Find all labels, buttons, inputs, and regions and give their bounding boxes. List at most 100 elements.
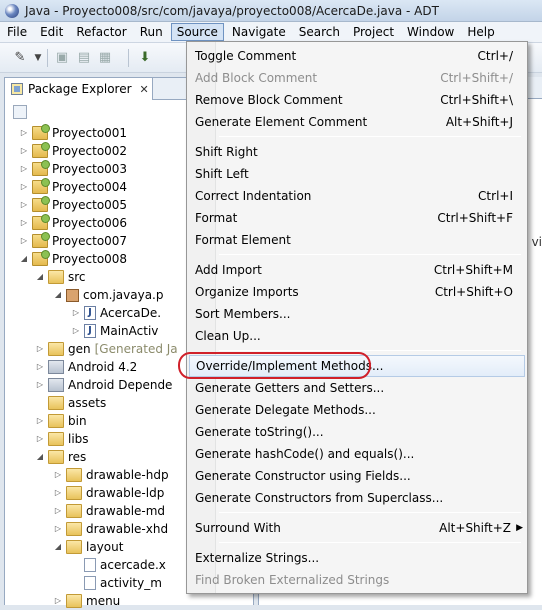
collapsed-twisty-icon[interactable]: ▷ <box>35 412 45 430</box>
menu-item-add-import[interactable]: Add Import Ctrl+Shift+M <box>189 259 525 281</box>
menu-item-correct-indentation[interactable]: Correct Indentation Ctrl+I <box>189 185 525 207</box>
tree-item[interactable]: ▷ gen [Generated Ja <box>35 340 178 358</box>
chevron-down-icon[interactable]: ▼ <box>30 50 46 66</box>
tree-item[interactable]: ▷ bin <box>35 412 87 430</box>
tree-item[interactable]: ▷ Android 4.2 <box>35 358 137 376</box>
menu-item-clean-up[interactable]: Clean Up... <box>189 325 525 347</box>
folder-icon <box>48 396 64 410</box>
tree-item[interactable]: ◢ com.javaya.p <box>53 286 164 304</box>
new-icon[interactable]: ✎ <box>12 50 28 66</box>
menu-source[interactable]: Source <box>170 23 224 41</box>
tree-item[interactable]: ▷ Proyecto002 <box>19 142 127 160</box>
collapsed-twisty-icon[interactable]: ▷ <box>19 160 29 178</box>
expanded-twisty-icon[interactable]: ◢ <box>35 448 45 466</box>
tree-item-label: drawable-ldp <box>86 486 165 500</box>
collapsed-twisty-icon[interactable]: ▷ <box>19 214 29 232</box>
collapsed-twisty-icon[interactable]: ▷ <box>71 322 81 340</box>
menu-item-sort-members[interactable]: Sort Members... <box>189 303 525 325</box>
collapsed-twisty-icon[interactable]: ▷ <box>35 358 45 376</box>
tree-item[interactable]: ◢ res <box>35 448 86 466</box>
menu-item-externalize-strings[interactable]: Externalize Strings... <box>189 547 525 569</box>
menu-window[interactable]: Window <box>402 23 459 41</box>
expanded-twisty-icon[interactable]: ◢ <box>35 268 45 286</box>
tree-item[interactable]: assets <box>35 394 106 412</box>
collapsed-twisty-icon[interactable]: ▷ <box>53 502 63 520</box>
tree-item[interactable]: acercade.x <box>71 556 166 574</box>
menu-item-shift-left[interactable]: Shift Left <box>189 163 525 185</box>
tree-item[interactable]: ▷ drawable-xhd <box>53 520 168 538</box>
expanded-twisty-icon[interactable]: ◢ <box>53 286 63 304</box>
menu-item-organize-imports[interactable]: Organize Imports Ctrl+Shift+O <box>189 281 525 303</box>
collapsed-twisty-icon[interactable]: ▷ <box>19 232 29 250</box>
expanded-twisty-icon[interactable]: ◢ <box>53 538 63 556</box>
menu-separator <box>219 136 521 137</box>
tree-item[interactable]: ◢ Proyecto008 <box>19 250 127 268</box>
tree-item[interactable]: ▷ Proyecto006 <box>19 214 127 232</box>
tree-item[interactable]: ▷ Proyecto004 <box>19 178 127 196</box>
collapsed-twisty-icon[interactable]: ▷ <box>71 304 81 322</box>
menu-refactor[interactable]: Refactor <box>71 23 131 41</box>
collapsed-twisty-icon[interactable]: ▷ <box>35 340 45 358</box>
tree-item[interactable]: ▷ drawable-md <box>53 502 165 520</box>
menu-item-toggle-comment[interactable]: Toggle Comment Ctrl+/ <box>189 45 525 67</box>
save-icon[interactable]: ▣ <box>54 50 70 66</box>
project-icon <box>32 232 50 248</box>
tree-item[interactable]: ▷ J MainActiv <box>71 322 158 340</box>
collapsed-twisty-icon[interactable]: ▷ <box>53 484 63 502</box>
menu-item-format[interactable]: Format Ctrl+Shift+F <box>189 207 525 229</box>
menu-search[interactable]: Search <box>294 23 345 41</box>
menu-separator <box>219 350 521 351</box>
collapsed-twisty-icon[interactable]: ▷ <box>35 376 45 394</box>
collapsed-twisty-icon[interactable]: ▷ <box>19 178 29 196</box>
collapsed-twisty-icon[interactable]: ▷ <box>53 466 63 484</box>
save-all-icon[interactable]: ▤ <box>76 50 92 66</box>
menu-run[interactable]: Run <box>135 23 168 41</box>
tree-item[interactable]: ▷ Proyecto007 <box>19 232 127 250</box>
collapsed-twisty-icon[interactable]: ▷ <box>19 124 29 142</box>
close-icon[interactable]: ✕ <box>140 83 149 96</box>
collapsed-twisty-icon[interactable]: ▷ <box>53 520 63 538</box>
menu-item-generate-constructors-from-superclass[interactable]: Generate Constructors from Superclass... <box>189 487 525 509</box>
menu-file[interactable]: File <box>2 23 32 41</box>
tree-item[interactable]: activity_m <box>71 574 162 592</box>
menu-item-format-element[interactable]: Format Element <box>189 229 525 251</box>
menu-item-generate-getters-and-setters[interactable]: Generate Getters and Setters... <box>189 377 525 399</box>
tree-item[interactable]: ◢ layout <box>53 538 123 556</box>
tree-item[interactable]: ▷ Proyecto003 <box>19 160 127 178</box>
menu-item-remove-block-comment[interactable]: Remove Block Comment Ctrl+Shift+\ <box>189 89 525 111</box>
menu-help[interactable]: Help <box>462 23 499 41</box>
tree-item[interactable]: ▷ Proyecto001 <box>19 124 127 142</box>
menu-item-add-block-comment[interactable]: Add Block Comment Ctrl+Shift+/ <box>189 67 525 89</box>
menu-item-surround-with[interactable]: Surround With Alt+Shift+Z ▶ <box>189 517 525 539</box>
menu-project[interactable]: Project <box>348 23 399 41</box>
tree-item[interactable]: ▷ drawable-hdp <box>53 466 169 484</box>
menu-item-generate-delegate-methods[interactable]: Generate Delegate Methods... <box>189 399 525 421</box>
tree-item[interactable]: ▷ libs <box>35 430 89 448</box>
menu-item-generate-element-comment[interactable]: Generate Element Comment Alt+Shift+J <box>189 111 525 133</box>
menu-navigate[interactable]: Navigate <box>227 23 291 41</box>
collapsed-twisty-icon[interactable]: ▷ <box>35 430 45 448</box>
tree-item[interactable]: ▷ J AcercaDe. <box>71 304 161 322</box>
collapsed-twisty-icon[interactable]: ▷ <box>19 142 29 160</box>
download-icon[interactable]: ⬇ <box>137 50 153 66</box>
xml-file-icon <box>84 576 96 590</box>
menu-item-override-implement-methods[interactable]: Override/Implement Methods... <box>189 355 525 377</box>
tree-item[interactable]: ▷ Proyecto005 <box>19 196 127 214</box>
collapsed-twisty-icon[interactable]: ▷ <box>19 196 29 214</box>
menu-item-generate-tostring[interactable]: Generate toString()... <box>189 421 525 443</box>
collapse-all-icon[interactable] <box>13 105 27 119</box>
menu-item-find-broken-externalized-strings[interactable]: Find Broken Externalized Strings <box>189 569 525 591</box>
tree-item[interactable]: ▷ menu <box>53 592 120 610</box>
collapsed-twisty-icon[interactable]: ▷ <box>53 592 63 610</box>
tree-item[interactable]: ▷ Android Depende <box>35 376 172 394</box>
tree-item[interactable]: ◢ src <box>35 268 86 286</box>
menu-item-generate-hashcode-and-equals[interactable]: Generate hashCode() and equals()... <box>189 443 525 465</box>
expanded-twisty-icon[interactable]: ◢ <box>19 250 29 268</box>
menu-item-shift-right[interactable]: Shift Right <box>189 141 525 163</box>
menu-item-generate-constructor-using-fields[interactable]: Generate Constructor using Fields... <box>189 465 525 487</box>
menu-item-label: Surround With <box>195 521 281 535</box>
tree-item[interactable]: ▷ drawable-ldp <box>53 484 164 502</box>
print-icon[interactable]: ▦ <box>97 50 113 66</box>
menu-edit[interactable]: Edit <box>35 23 68 41</box>
tab-package-explorer[interactable]: Package Explorer ✕ <box>5 78 153 100</box>
